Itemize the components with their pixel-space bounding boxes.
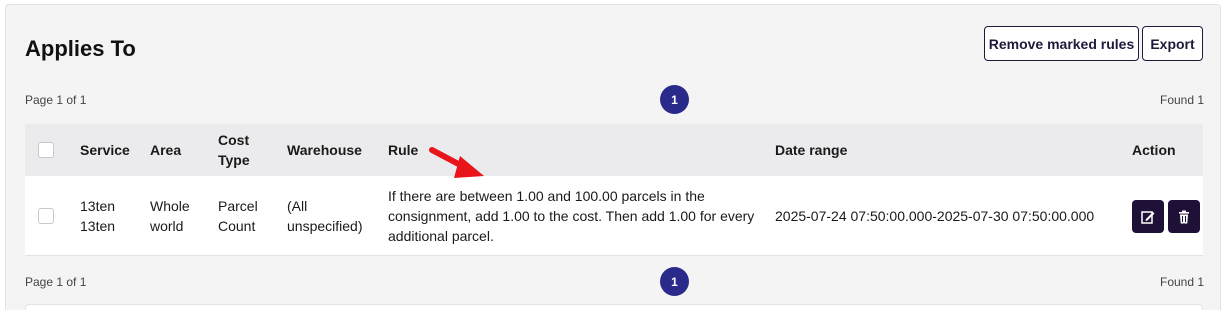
table-row: 13ten 13ten Whole world Parcel Count (Al… (25, 176, 1203, 256)
cell-cost-type: Parcel Count (218, 196, 258, 236)
trash-icon (1179, 210, 1189, 223)
cell-area: Whole world (150, 196, 190, 236)
table-header: Service Area Cost Type Warehouse Rule Da… (25, 124, 1203, 176)
next-section-card (25, 304, 1203, 310)
remove-marked-rules-button[interactable]: Remove marked rules (984, 26, 1139, 61)
cell-area-line2: world (150, 218, 184, 234)
delete-rule-button[interactable] (1168, 200, 1200, 233)
annotation-arrow-icon (429, 147, 484, 178)
cell-warehouse: (All unspecified) (287, 196, 363, 236)
page-indicator-top: Page 1 of 1 (25, 93, 87, 107)
found-count-bottom: Found 1 (1160, 275, 1205, 289)
cell-rule: If there are between 1.00 and 100.00 par… (388, 186, 754, 246)
column-header-date-range[interactable]: Date range (775, 140, 847, 160)
page-indicator-bottom: Page 1 of 1 (25, 275, 87, 289)
cell-rule-line3: additional parcel. (388, 228, 494, 244)
cell-service-line1: 13ten (80, 198, 116, 214)
column-header-action: Action (1132, 142, 1176, 158)
column-header-cost-type[interactable]: Cost Type (218, 130, 250, 170)
cell-date-range: 2025-07-24 07:50:00.000-2025-07-30 07:50… (775, 208, 1095, 224)
cell-area-line1: Whole (150, 198, 190, 214)
page-number-button-bottom[interactable]: 1 (660, 267, 689, 296)
cell-warehouse-line1: (All (287, 198, 308, 214)
column-header-rule[interactable]: Rule (388, 140, 418, 160)
page-number-button-top[interactable]: 1 (660, 85, 689, 114)
cell-warehouse-line2: unspecified) (287, 218, 363, 234)
column-header-cost-type-line2: Type (218, 152, 250, 168)
cell-cost-type-line1: Parcel (218, 198, 258, 214)
cell-rule-line1: If there are between 1.00 and 100.00 par… (388, 188, 705, 204)
select-all-checkbox[interactable] (38, 142, 54, 158)
edit-icon (1141, 210, 1155, 224)
row-select-checkbox[interactable] (38, 208, 54, 224)
column-header-service[interactable]: Service (80, 140, 130, 160)
column-header-cost-type-line1: Cost (218, 132, 250, 148)
found-count-top: Found 1 (1160, 93, 1205, 107)
column-header-area[interactable]: Area (150, 140, 181, 160)
cell-service: 13ten 13ten (80, 196, 115, 236)
section-title: Applies To (25, 36, 136, 61)
column-header-warehouse[interactable]: Warehouse (287, 140, 362, 160)
cell-service-line2: 13ten (80, 218, 116, 234)
cell-rule-line2: consignment, add 1.00 to the cost. Then … (388, 208, 755, 224)
export-button[interactable]: Export (1142, 26, 1203, 61)
cell-cost-type-line2: Count (218, 218, 256, 234)
edit-rule-button[interactable] (1132, 200, 1164, 233)
